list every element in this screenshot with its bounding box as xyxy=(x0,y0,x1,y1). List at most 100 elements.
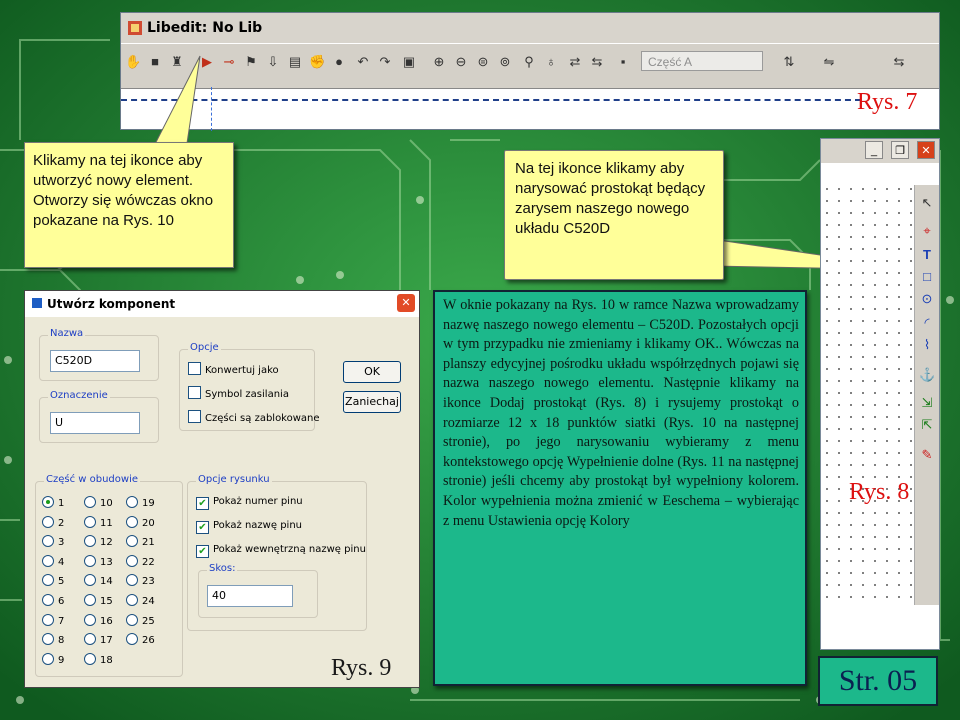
konwertuj-checkbox[interactable]: Konwertuj jako xyxy=(188,362,279,376)
part-radio-16[interactable]: 16 xyxy=(84,613,113,627)
show-pin-inner-name-checkbox[interactable]: ✔ Pokaż wewnętrzną nazwę pinu xyxy=(196,544,366,558)
radio-label: 25 xyxy=(142,615,155,627)
radio-label: 7 xyxy=(58,615,65,627)
close-button[interactable]: ✕ xyxy=(917,141,935,159)
part-radio-9[interactable]: 9 xyxy=(42,652,65,666)
radio-indicator xyxy=(126,594,138,606)
skos-input[interactable]: 40 xyxy=(207,585,293,607)
part-radio-19[interactable]: 19 xyxy=(126,496,155,509)
cursor-icon[interactable]: ↖ xyxy=(919,195,935,211)
restore-button[interactable]: ❐ xyxy=(891,141,909,159)
nazwa-group: Nazwa C520D xyxy=(39,328,159,381)
radio-indicator xyxy=(84,535,96,548)
radio-label: 22 xyxy=(142,556,155,568)
radio-indicator xyxy=(84,554,96,567)
radio-label: 10 xyxy=(100,498,113,509)
nazwa-label: Nazwa xyxy=(48,328,86,339)
radio-indicator xyxy=(126,496,138,508)
radio-label: 23 xyxy=(142,576,155,588)
part-radio-15[interactable]: 15 xyxy=(84,594,113,607)
symbol-zasilania-checkbox[interactable]: Symbol zasilania xyxy=(188,386,289,400)
radio-indicator xyxy=(42,515,54,528)
radio-label: 9 xyxy=(58,654,65,666)
radio-indicator xyxy=(126,535,138,548)
radio-indicator xyxy=(42,496,54,508)
radio-indicator xyxy=(42,633,54,646)
add-pin-icon[interactable]: ⌖ xyxy=(919,223,935,239)
radio-indicator xyxy=(42,535,54,548)
add-circle-icon[interactable]: ⊙ xyxy=(919,291,935,307)
part-radio-2[interactable]: 2 xyxy=(42,515,64,529)
left-callout-pointer xyxy=(151,55,201,151)
radio-label: 18 xyxy=(100,654,113,666)
page-number-badge: Str. 05 xyxy=(818,656,938,706)
part-radio-11[interactable]: 11 xyxy=(84,515,113,529)
czesci-zablokowane-checkbox[interactable]: Części są zablokowane xyxy=(188,410,320,424)
part-radio-12[interactable]: 12 xyxy=(84,535,113,548)
radio-indicator xyxy=(126,515,138,528)
radio-label: 20 xyxy=(142,517,155,529)
description-text: W oknie pokazany na Rys. 10 w ramce Nazw… xyxy=(443,297,799,529)
radio-label: 12 xyxy=(100,537,113,549)
part-radio-13[interactable]: 13 xyxy=(84,554,113,568)
radio-label: 21 xyxy=(142,537,155,549)
anchor-icon[interactable]: ⚓ xyxy=(919,367,935,383)
add-polyline-icon[interactable]: ⌇ xyxy=(919,337,935,353)
add-rectangle-icon[interactable]: □ xyxy=(919,269,935,285)
radio-indicator xyxy=(126,554,138,567)
radio-indicator xyxy=(84,652,96,665)
part-radio-20[interactable]: 20 xyxy=(126,515,155,529)
radio-label: 19 xyxy=(142,498,155,509)
export-shape-icon[interactable]: ⇱ xyxy=(919,417,935,433)
minimize-button[interactable]: _ xyxy=(865,141,883,159)
radio-indicator xyxy=(42,574,54,587)
dialog-close-button[interactable]: ✕ xyxy=(397,294,415,312)
part-radio-26[interactable]: 26 xyxy=(126,633,155,646)
description-panel: W oknie pokazany na Rys. 10 w ramce Nazw… xyxy=(433,290,807,686)
radio-label: 15 xyxy=(100,596,113,607)
part-radio-22[interactable]: 22 xyxy=(126,554,155,568)
part-radio-10[interactable]: 10 xyxy=(84,496,113,509)
part-radio-24[interactable]: 24 xyxy=(126,594,155,607)
part-radio-23[interactable]: 23 xyxy=(126,574,155,587)
radio-indicator xyxy=(84,515,96,528)
nazwa-input[interactable]: C520D xyxy=(50,350,140,372)
eraser-icon[interactable]: ✎ xyxy=(919,447,935,463)
show-pin-name-checkbox[interactable]: ✔ Pokaż nazwę pinu xyxy=(196,520,302,534)
zaniechaj-button[interactable]: Zaniechaj xyxy=(343,391,401,413)
add-text-icon[interactable]: T xyxy=(919,247,935,263)
skos-group: Skos: 40 xyxy=(198,563,318,618)
import-icon[interactable]: ⇲ xyxy=(919,395,935,411)
part-radio-1[interactable]: 1 xyxy=(42,496,64,509)
show-pin-number-checkbox[interactable]: ✔ Pokaż numer pinu xyxy=(196,496,303,510)
part-radio-14[interactable]: 14 xyxy=(84,574,113,587)
part-radio-5[interactable]: 5 xyxy=(42,574,64,587)
grid-canvas xyxy=(821,183,915,603)
radio-indicator xyxy=(126,574,138,587)
radio-label: 8 xyxy=(58,635,65,647)
radio-indicator xyxy=(42,594,54,606)
part-radio-3[interactable]: 3 xyxy=(42,535,64,548)
part-radio-4[interactable]: 4 xyxy=(42,554,64,568)
part-radio-8[interactable]: 8 xyxy=(42,633,64,646)
callout-left: Klikamy na tej ikonce aby utworzyć nowy … xyxy=(24,142,234,268)
ok-button[interactable]: OK xyxy=(343,361,401,383)
callout-center: Na tej ikonce klikamy aby narysować pros… xyxy=(504,150,724,280)
part-radio-18[interactable]: 18 xyxy=(84,652,113,666)
rys8-label: Rys. 8 xyxy=(849,479,910,505)
radio-indicator xyxy=(84,594,96,606)
part-radio-21[interactable]: 21 xyxy=(126,535,155,548)
part-radio-6[interactable]: 6 xyxy=(42,594,64,607)
oznaczenie-input[interactable]: U xyxy=(50,412,140,434)
radio-label: 14 xyxy=(100,576,113,588)
radio-indicator xyxy=(42,613,54,626)
part-radio-17[interactable]: 17 xyxy=(84,633,113,646)
radio-label: 3 xyxy=(58,537,65,549)
add-arc-icon[interactable]: ◜ xyxy=(919,315,935,331)
rysunek-label: Opcje rysunku xyxy=(196,474,272,485)
part-radio-7[interactable]: 7 xyxy=(42,613,65,627)
rys9-label: Rys. 9 xyxy=(331,655,392,681)
radio-label: 16 xyxy=(100,615,113,627)
part-radio-25[interactable]: 25 xyxy=(126,613,155,627)
radio-label: 24 xyxy=(142,596,155,607)
